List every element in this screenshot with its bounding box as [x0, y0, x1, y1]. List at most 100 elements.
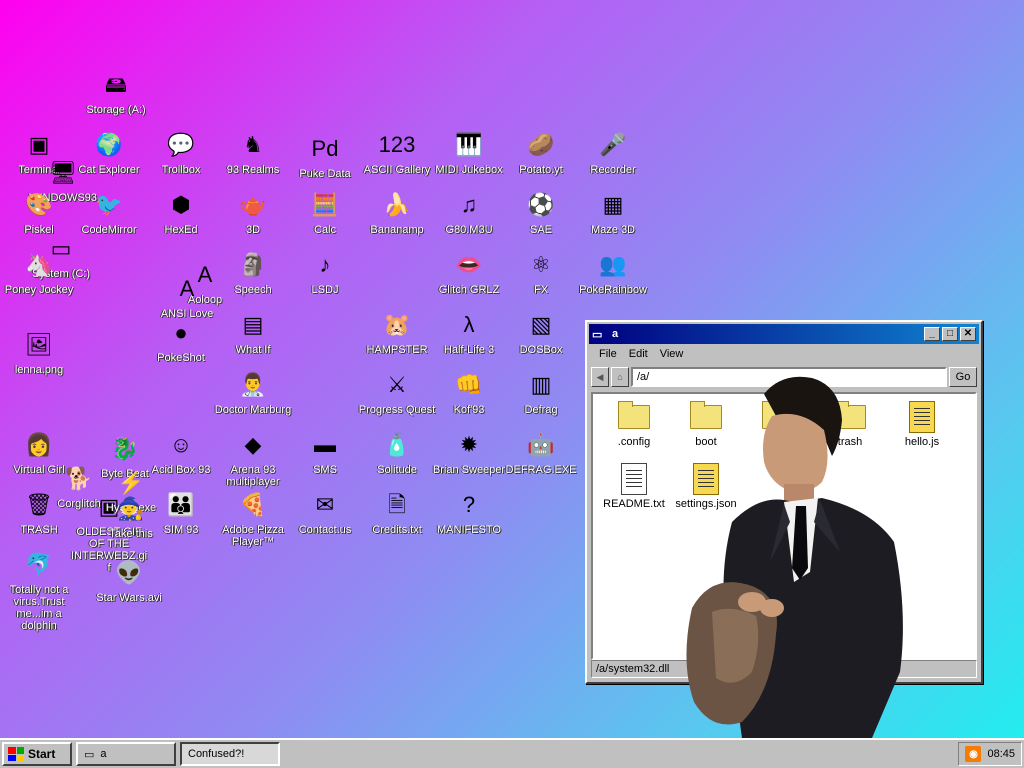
minimize-button[interactable]: _	[924, 327, 940, 341]
desktop-icon[interactable]: ♪ LSDJ	[286, 248, 364, 297]
task-button-a[interactable]: ▭ a	[76, 742, 176, 766]
palette-icon: 🎨	[25, 192, 53, 217]
desktop-icon[interactable]: Pd Puke Data	[286, 132, 364, 181]
banana-icon: 🍌	[383, 192, 411, 217]
desktop-icon-label: DEFRAG.EXE	[505, 464, 577, 476]
maximize-button[interactable]: □	[942, 327, 958, 341]
close-button[interactable]: ✕	[960, 327, 976, 341]
desktop-icon[interactable]: 🎹 MIDI Jukebox	[430, 128, 508, 177]
desktop-icon[interactable]: 🐦 CodeMirror	[70, 188, 148, 237]
file-item[interactable]: .config	[599, 400, 669, 448]
desktop-icon[interactable]: 🍌 Bananamp	[358, 188, 436, 237]
file-label: .config	[617, 436, 651, 448]
desktop-icon[interactable]: ▧ DOSBox	[502, 308, 580, 357]
desktop-icon-label: Speech	[234, 284, 272, 296]
desktop-icon[interactable]: 🧴 Solitude	[358, 428, 436, 477]
desktop-icon[interactable]: ▥ Defrag	[502, 368, 580, 417]
desktop-icon[interactable]: ▤ What If	[214, 308, 292, 357]
desktop-icon-label: Star Wars.avi	[96, 592, 162, 604]
file-item[interactable]: README.txt	[599, 462, 669, 510]
desktop-icon-label: 3D	[245, 224, 261, 236]
desktop-icon[interactable]: ⚛ FX	[502, 248, 580, 297]
desktop-icon[interactable]: 👊 Kof'93	[430, 368, 508, 417]
face-speech-icon: 🗿	[239, 252, 267, 277]
ansi-icon: A	[179, 276, 195, 301]
pokeshot-icon: ●	[174, 320, 188, 345]
task-button-confused[interactable]: Confused?!	[180, 742, 280, 766]
start-button[interactable]: Start	[2, 742, 72, 766]
desktop-icon[interactable]: 👨‍⚕️ Doctor Marburg	[214, 368, 292, 417]
menu-file[interactable]: File	[593, 348, 623, 360]
terminal-green-icon: ▤	[242, 312, 264, 337]
desktop-icon[interactable]: 💬 Trollbox	[142, 128, 220, 177]
desktop-icon-label: FX	[533, 284, 549, 296]
windows-logo-icon	[8, 747, 24, 761]
desktop-icon[interactable]: 🐬 Totally not a virus.Trust me...im a dol…	[0, 548, 78, 633]
desktop-icon[interactable]: 🖼 lenna.png	[0, 328, 78, 377]
desktop-icon[interactable]: ⚔ Progress Quest	[358, 368, 436, 417]
desktop-icon[interactable]: ♞ 93 Realms	[214, 128, 292, 177]
desktop-icon[interactable]: 🍕 Adobe Pizza Player™	[214, 488, 292, 549]
desktop-icon[interactable]: ✉ Contact.us	[286, 488, 364, 537]
desktop-icon[interactable]: 🤖 DEFRAG.EXE	[502, 428, 580, 477]
menu-view[interactable]: View	[654, 348, 690, 360]
desktop-icon-label: SAE	[529, 224, 552, 236]
teapot-icon: 🫖	[239, 192, 267, 217]
desktop-icon[interactable]: 🫖 3D	[214, 188, 292, 237]
desktop-icon[interactable]: 🐹 HAMPSTER	[358, 308, 436, 357]
rss-icon[interactable]: ◉	[965, 746, 982, 762]
bottle-icon: 🧴	[383, 432, 411, 457]
desktop-icon[interactable]: 🎤 Recorder	[574, 128, 652, 177]
desktop-icon[interactable]: 123 ASCII Gallery	[358, 128, 436, 177]
desktop-icon-label: Kof'93	[453, 404, 485, 416]
lips-icon: 👄	[455, 252, 483, 277]
desktop-icon-label: Puke Data	[299, 168, 351, 180]
home-button[interactable]: ⌂	[611, 367, 629, 387]
desktop-icon[interactable]: ▦ Maze 3D	[574, 188, 652, 237]
desktop-icon-label: Storage (A:)	[86, 104, 146, 116]
desktop-icon[interactable]: 🎨 Piskel	[0, 188, 78, 237]
amiga-ball-icon: ⚽	[527, 192, 555, 217]
desktop-icon[interactable]: ⚽ SAE	[502, 188, 580, 237]
desktop-icon[interactable]: 🗑 TRASH	[0, 488, 78, 537]
txt-file-icon	[617, 462, 651, 496]
desktop-icon[interactable]: ▬ SMS	[286, 428, 364, 477]
desktop-icon[interactable]: 🌍 Cat Explorer	[70, 128, 148, 177]
folder-icon	[617, 400, 651, 434]
back-button[interactable]: ◀	[591, 367, 609, 387]
desktop-icon-label: Totally not a virus.Trust me...im a dolp…	[9, 584, 69, 632]
desktop-icon[interactable]: ◆ Arena 93 multiplayer	[214, 428, 292, 489]
code-bird-icon: 🐦	[95, 192, 123, 217]
desktop-icon[interactable]: 👽 Star Wars.avi	[90, 556, 168, 605]
sms-console-icon: ▬	[314, 432, 336, 457]
desktop-icon-label: Defrag	[524, 404, 558, 416]
desktop-icon[interactable]: 🧮 Calc	[286, 188, 364, 237]
desktop-icon[interactable]: 🗎 Credits.txt	[358, 488, 436, 537]
desktop-icon[interactable]: 👥 PokeRainbow	[574, 248, 652, 297]
menubar: File Edit View	[589, 344, 979, 364]
crossed-swords-icon: ⚔	[387, 372, 407, 397]
desktop-icon-label: Cat Explorer	[78, 164, 140, 176]
desktop-icon[interactable]: ● PokeShot	[142, 316, 220, 365]
pd-icon: Pd	[311, 136, 339, 161]
contact-icon: ✉	[315, 492, 335, 517]
desktop-icon[interactable]: ⬢ HexEd	[142, 188, 220, 237]
desktop-icon[interactable]: ? MANIFESTO	[430, 488, 508, 537]
desktop-icon[interactable]: 🦄 Poney Jockey	[0, 248, 78, 297]
defrag-icon: ▥	[530, 372, 552, 397]
go-button[interactable]: Go	[949, 367, 977, 387]
menu-edit[interactable]: Edit	[623, 348, 654, 360]
desktop-icon-label: Brian Sweeper	[432, 464, 506, 476]
desktop-icon[interactable]: λ Half-Life 3	[430, 308, 508, 357]
taskbar: Start ▭ a Confused?! ◉ 08:45	[0, 738, 1024, 768]
desktop-icon[interactable]: 🖴 Storage (A:)	[77, 68, 155, 117]
desktop-icon[interactable]: ♫ G80.M3U	[430, 188, 508, 237]
microphone-icon: 🎤	[599, 132, 627, 157]
desktop-icon[interactable]: 👪 SIM 93	[142, 488, 220, 537]
desktop-icon[interactable]: ✹ Brian Sweeper	[430, 428, 508, 477]
desktop-icon-label: Credits.txt	[372, 524, 422, 536]
lambda-icon: λ	[463, 312, 475, 337]
desktop-icon[interactable]: 🥔 Potato.yt	[502, 128, 580, 177]
desktop-icon[interactable]: 👄 Glitch GRLZ	[430, 248, 508, 297]
window-titlebar[interactable]: ▭ a _ □ ✕	[589, 324, 979, 344]
